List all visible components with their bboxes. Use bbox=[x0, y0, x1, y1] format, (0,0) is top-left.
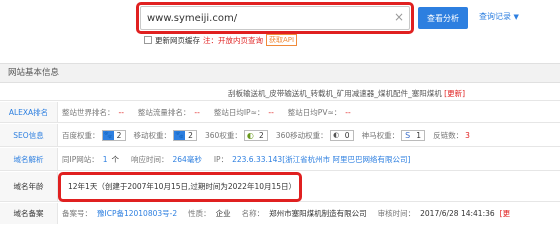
baidu-weight-label: 百度权重： bbox=[62, 130, 100, 140]
resolve-label[interactable]: 域名解析 bbox=[14, 154, 44, 165]
nature-value: 企业 bbox=[215, 209, 231, 218]
history-label: 查询记录 bbox=[479, 12, 511, 21]
highlight-frame-age bbox=[58, 172, 302, 202]
traffic-rank-label: 整站流量排名： bbox=[137, 107, 191, 117]
response-time-label: 响应时间： bbox=[131, 154, 169, 164]
keywords-text: 刮板输送机_皮带输送机_转载机_矿用减速器_煤机配件_塞阳煤机 bbox=[228, 89, 442, 98]
keywords-row: 刮板输送机_皮带输送机_转载机_矿用减速器_煤机配件_塞阳煤机 [更新] bbox=[0, 84, 560, 101]
daily-ip-label: 整站日均IP≈： bbox=[213, 107, 265, 117]
seo-baidu: 百度权重： 🐾 2 bbox=[62, 129, 126, 141]
360-mobile-icon: ◐ bbox=[330, 130, 342, 140]
age-label: 域名年龄 bbox=[13, 182, 44, 191]
weight-360-value: 2 bbox=[258, 130, 264, 140]
ip-label: IP： bbox=[213, 154, 229, 164]
world-rank-value: -- bbox=[118, 107, 124, 117]
view-analysis-button[interactable]: 查看分析 bbox=[418, 7, 468, 29]
traffic-rank-value: -- bbox=[194, 107, 200, 117]
seo-label[interactable]: SEO信息 bbox=[13, 130, 43, 141]
filing-update-link[interactable]: [更 bbox=[500, 208, 510, 219]
filing-no-label: 备案号： bbox=[62, 209, 92, 218]
seo-backlinks: 反链数： 3 bbox=[433, 130, 470, 141]
same-ip-count[interactable]: 1 bbox=[103, 155, 108, 164]
filing-no-value[interactable]: 豫ICP备12010803号-2 bbox=[97, 208, 177, 219]
mobile-paw-icon: 🐾 bbox=[174, 130, 185, 140]
update-cache-checkbox[interactable] bbox=[144, 36, 152, 44]
shenma-weight-value: 1 bbox=[416, 130, 422, 140]
backlinks-label: 反链数： bbox=[433, 130, 464, 140]
company-name-label: 名称： bbox=[241, 209, 265, 218]
inner-page-note: 注：开放内页查询 bbox=[203, 35, 263, 45]
alexa-row: ALEXA排名 整站世界排名： -- 整站流量排名： -- 整站日均IP≈： -… bbox=[0, 102, 560, 123]
chevron-down-icon: ▼ bbox=[513, 13, 519, 21]
daily-ip-value: -- bbox=[268, 107, 274, 117]
weight-360-label: 360权重： bbox=[205, 130, 242, 140]
update-cache-label: 更新网页缓存 bbox=[155, 35, 200, 45]
nature-label: 性质： bbox=[188, 209, 211, 218]
get-api-link[interactable]: 获取API bbox=[266, 34, 298, 46]
weight-360-mobile-label: 360移动权重： bbox=[275, 130, 328, 140]
filing-label: 域名备案 bbox=[13, 209, 44, 218]
360-icon: ◐ bbox=[244, 130, 256, 140]
review-time-value: 2017/6/28 14:41:36 bbox=[420, 209, 495, 218]
same-ip-unit: 个 bbox=[111, 154, 120, 164]
seo-360: 360权重： ◐ 2 bbox=[205, 129, 268, 141]
seo-shenma: 神马权重： S1 bbox=[361, 129, 426, 141]
daily-pv-label: 整站日均PV≈： bbox=[287, 107, 342, 117]
world-rank-label: 整站世界排名： bbox=[62, 107, 115, 117]
weight-360-mobile-value: 0 bbox=[344, 130, 350, 140]
options-row: 更新网页缓存 注：开放内页查询 获取API bbox=[144, 34, 298, 46]
keywords-update-link[interactable]: [更新] bbox=[444, 89, 465, 98]
seo-row: SEO信息 百度权重： 🐾 2 移动权重： 🐾 2 360权重： ◐ 2 360移动权… bbox=[0, 124, 560, 147]
section-title: 网站基本信息 bbox=[0, 63, 560, 83]
filing-row: 域名备案 备案号： 豫ICP备12010803号-2 性质： 企业 名称： 郑州… bbox=[0, 203, 560, 224]
seo-mobile: 移动权重： 🐾 2 bbox=[133, 129, 197, 141]
ip-value[interactable]: 223.6.33.143[浙江省杭州市 阿里巴巴网络有限公司] bbox=[232, 154, 410, 165]
daily-pv-value: -- bbox=[345, 107, 351, 117]
backlinks-value[interactable]: 3 bbox=[465, 131, 470, 140]
shenma-weight-label: 神马权重： bbox=[361, 130, 400, 140]
shenma-icon: S bbox=[402, 130, 414, 140]
mobile-weight-label: 移动权重： bbox=[133, 130, 172, 140]
alexa-label[interactable]: ALEXA排名 bbox=[9, 107, 48, 118]
response-time-value: 264毫秒 bbox=[172, 154, 202, 164]
review-time-label: 审核时间： bbox=[377, 209, 416, 218]
same-ip-label: 同IP网站： bbox=[62, 154, 99, 164]
resolve-row: 域名解析 同IP网站： 1 个 响应时间： 264毫秒 IP： 223.6.33… bbox=[0, 148, 560, 171]
history-dropdown[interactable]: 查询记录 ▼ bbox=[479, 11, 519, 22]
seo-360-mobile: 360移动权重： ◐ 0 bbox=[275, 129, 354, 141]
baidu-weight-value: 2 bbox=[116, 130, 122, 140]
company-name-value: 郑州市塞阳煤机制造有限公司 bbox=[269, 209, 367, 218]
baidu-paw-icon: 🐾 bbox=[102, 130, 114, 140]
highlight-frame-search bbox=[136, 2, 414, 34]
mobile-weight-value: 2 bbox=[188, 130, 193, 140]
